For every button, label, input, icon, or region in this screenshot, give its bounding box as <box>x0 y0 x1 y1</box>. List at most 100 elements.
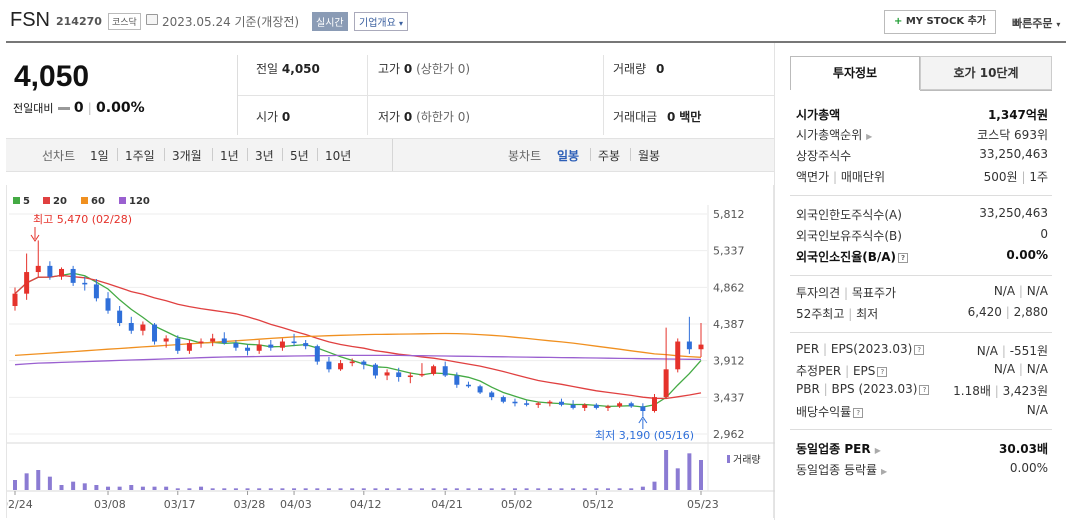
add-mystock-button[interactable]: + MY STOCK 추가 <box>884 10 996 34</box>
realtime-button[interactable]: 실시간 <box>312 12 348 31</box>
ma-line <box>14 354 702 366</box>
company-overview-button[interactable]: 기업개요 ▾ <box>354 12 409 31</box>
unit-label: 매매단위 <box>840 170 885 184</box>
tab-orderbook[interactable]: 호가 10단계 <box>920 56 1052 90</box>
period-sep <box>164 148 165 161</box>
foreign-ratio-value: 0.00% <box>1006 248 1048 262</box>
prev-close-label: 전일 <box>256 62 279 76</box>
candle-body <box>256 344 262 351</box>
dividend-row: 배당수익률? N/A <box>796 403 1048 423</box>
legend-swatch <box>119 197 126 204</box>
candle-body <box>221 338 227 344</box>
foreign-hold-row: 외국인보유주식수(B) 0 <box>796 227 1048 247</box>
quick-order-link[interactable]: 빠른주문 ▾ <box>1012 15 1060 31</box>
triangle-right-icon: ▶ <box>880 467 888 476</box>
volume-bar <box>431 488 436 490</box>
help-icon[interactable]: ? <box>914 344 925 355</box>
period-1w[interactable]: 1주일 <box>125 147 155 164</box>
date-text: 2023.05.24 기준(개장전) <box>162 15 300 29</box>
market-cap-rank-row[interactable]: 시가총액순위 ▶ 코스닥 693위 <box>796 126 1048 146</box>
period-5y[interactable]: 5년 <box>290 147 309 164</box>
volume-bar <box>280 488 285 490</box>
period-10y[interactable]: 10년 <box>325 147 351 164</box>
divider: | <box>848 307 853 321</box>
volume-bar <box>233 488 238 490</box>
candle-body <box>245 347 251 351</box>
candle-daily[interactable]: 일봉 <box>557 147 579 164</box>
candle-body <box>651 397 657 411</box>
legend-swatch <box>43 197 50 204</box>
target-price-label: 목표주가 <box>851 286 897 300</box>
volume-bar <box>199 486 204 490</box>
industry-rate-row[interactable]: 동일업종 등락률 ▶ 0.00% <box>796 461 1048 481</box>
help-icon[interactable]: ? <box>853 407 864 418</box>
candle-body <box>349 361 355 364</box>
volume-label: 거래량 <box>733 454 761 466</box>
volume-bar <box>571 488 576 490</box>
volume-bar <box>536 488 541 490</box>
period-sep <box>282 148 283 161</box>
divider: | <box>1005 305 1010 319</box>
industry-per-row[interactable]: 동일업종 PER ▶ 30.03배 <box>796 440 1048 460</box>
help-icon[interactable]: ? <box>919 384 930 395</box>
chevron-down-icon: ▾ <box>1056 20 1061 29</box>
candle-body <box>24 272 30 294</box>
help-icon[interactable]: ? <box>877 366 888 377</box>
candle-body <box>617 403 623 407</box>
candle-body <box>384 372 390 376</box>
volume-value: 0 <box>655 62 665 76</box>
upper-limit-label: (상한가 <box>416 62 454 76</box>
candle-body <box>570 404 576 408</box>
volume-bar <box>24 473 29 490</box>
candle-body <box>558 401 564 405</box>
per-eps-row: PER | EPS(2023.03)? N/A | -551원 <box>796 342 1048 362</box>
par-value: 500원 <box>983 170 1018 184</box>
candle-weekly[interactable]: 주봉 <box>598 147 620 164</box>
legend-label: 60 <box>91 196 105 207</box>
calendar-icon <box>146 14 158 25</box>
candle-monthly[interactable]: 월봉 <box>638 147 660 164</box>
open-price: 시가 0 <box>256 108 290 125</box>
candle-body <box>477 386 483 393</box>
w52-high-value: 6,420 <box>967 305 1002 319</box>
period-3y[interactable]: 3년 <box>255 147 274 164</box>
prev-close: 전일 4,050 <box>256 60 320 77</box>
volume-bar <box>582 488 587 490</box>
help-icon[interactable]: ? <box>898 252 909 263</box>
candle-body <box>82 282 88 285</box>
period-1d[interactable]: 1일 <box>90 147 109 164</box>
candle-body <box>489 392 495 398</box>
divider: | <box>823 382 828 396</box>
current-price: 4,050 <box>14 60 90 93</box>
volume-bar <box>117 486 122 490</box>
period-1y[interactable]: 1년 <box>220 147 239 164</box>
volume-bar <box>257 488 262 490</box>
flat-icon <box>57 107 70 110</box>
candle-body <box>12 293 18 307</box>
legend-swatch <box>13 197 20 204</box>
low-value: 0 <box>403 110 413 124</box>
w52-row: 52주최고 | 최저 6,420 | 2,880 <box>796 305 1048 325</box>
bps-label: BPS <box>831 382 855 396</box>
open-value: 0 <box>281 110 291 124</box>
divider: | <box>832 170 837 184</box>
candle-body <box>454 375 460 385</box>
x-tick-label: 02/24 <box>7 498 33 511</box>
period-3m[interactable]: 3개월 <box>172 147 202 164</box>
candle-body <box>291 341 297 344</box>
industry-per-label: 동일업종 PER <box>796 442 871 456</box>
low-label: 저가 <box>378 110 401 124</box>
tab-invest-info[interactable]: 투자정보 <box>790 56 920 90</box>
volume: 거래량 0 <box>613 60 664 77</box>
volume-bar <box>222 488 227 490</box>
foreign-ratio-row: 외국인소진율(B/A)? 0.00% <box>796 248 1048 268</box>
candle-body <box>396 372 402 378</box>
est-per-eps-row: 추정PER | EPS? N/A | N/A <box>796 362 1048 382</box>
price-chart[interactable]: 5,812 5,337 4,862 4,387 3,912 3,437 2,962 5 20 60… <box>1 185 775 518</box>
shares-value: 33,250,463 <box>979 147 1048 161</box>
par-unit-row: 액면가 | 매매단위 500원 | 1주 <box>796 168 1048 188</box>
candle-body <box>500 397 506 402</box>
period-sep <box>317 148 318 161</box>
bps-period: (2023.03) <box>858 382 918 396</box>
volume-bar <box>361 488 366 490</box>
